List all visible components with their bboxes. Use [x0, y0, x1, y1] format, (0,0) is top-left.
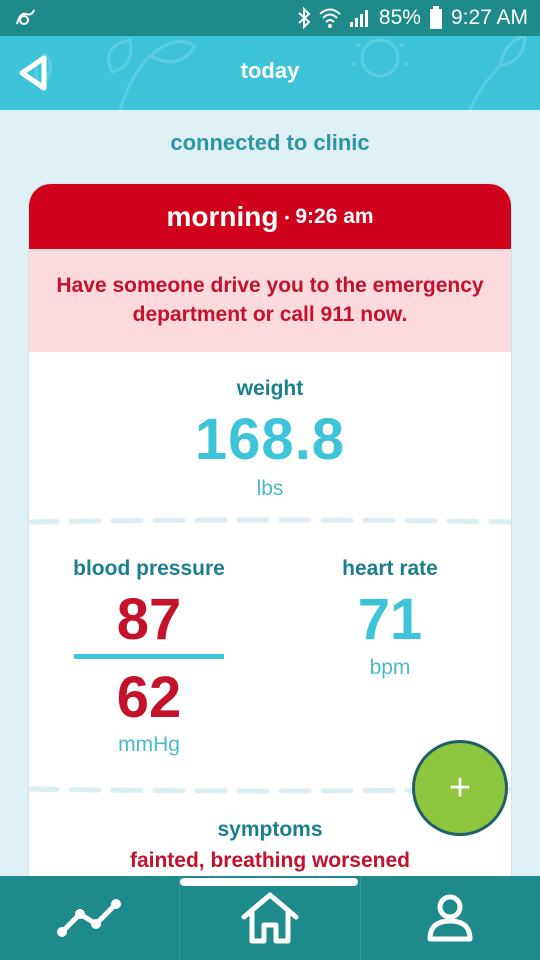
bluetooth-icon — [298, 7, 311, 29]
symptoms-value: fainted, breathing worsened — [129, 849, 411, 872]
battery-percent: 85% — [378, 6, 421, 29]
wifi-icon — [319, 8, 341, 28]
emergency-alert: Have someone drive you to the emergency … — [29, 249, 511, 352]
diastolic-value: 62 — [116, 665, 182, 730]
weight-value: 168.8 — [194, 407, 346, 472]
trends-icon — [56, 899, 121, 937]
nav-active-indicator — [180, 878, 358, 886]
weight-unit: lbs — [256, 477, 284, 500]
reading-period: morning — [166, 200, 279, 232]
bp-fraction-line — [74, 654, 224, 659]
nav-trends[interactable] — [0, 876, 179, 960]
blood-pressure-unit: mmHg — [118, 733, 180, 756]
weight-label: weight — [236, 377, 304, 400]
separator-dot: • — [284, 208, 290, 225]
home-icon — [241, 892, 299, 944]
nav-home[interactable] — [179, 876, 359, 960]
add-reading-button[interactable]: + — [415, 743, 505, 833]
reading-card-header: morning • 9:26 am — [29, 184, 511, 249]
section-divider — [29, 517, 511, 525]
heart-rate-unit: bpm — [369, 656, 411, 679]
clock: 9:27 AM — [450, 6, 528, 29]
connection-status: connected to clinic — [170, 130, 370, 155]
plus-icon: + — [448, 766, 472, 809]
battery-icon — [429, 6, 442, 29]
bottom-navigation — [0, 876, 540, 960]
heart-rate-value: 71 — [357, 587, 423, 652]
app-header: today — [0, 36, 540, 110]
reading-time: 9:26 am — [295, 204, 374, 228]
app-notification-icon — [16, 9, 35, 25]
blood-pressure-label: blood pressure — [73, 557, 225, 580]
profile-icon — [427, 894, 473, 942]
nav-profile[interactable] — [359, 876, 540, 960]
page-title: today — [240, 58, 300, 83]
signal-icon — [349, 10, 368, 27]
systolic-value: 87 — [116, 587, 182, 652]
heart-rate-label: heart rate — [342, 557, 438, 580]
status-bar: 85% 9:27 AM — [0, 0, 540, 36]
